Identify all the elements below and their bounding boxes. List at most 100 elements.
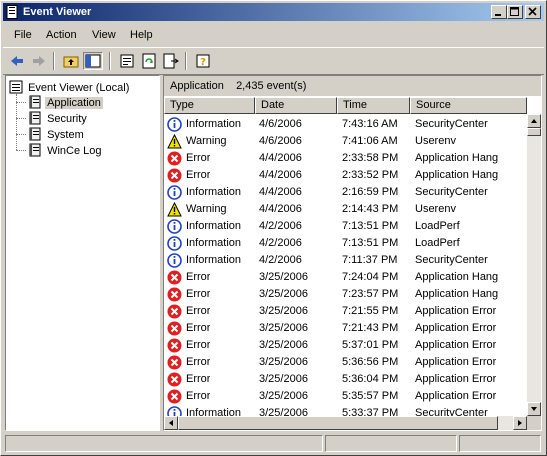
- tree-item-application[interactable]: Application: [28, 95, 103, 110]
- event-source: SecurityCenter: [415, 254, 488, 266]
- title-bar[interactable]: Event Viewer: [3, 3, 544, 21]
- properties-button[interactable]: [117, 52, 137, 70]
- event-row[interactable]: Information 4/2/2006 7:11:37 PM SecurityCen…: [164, 252, 527, 269]
- scroll-up-button[interactable]: [527, 114, 541, 128]
- event-time: 2:16:59 PM: [342, 186, 399, 198]
- export-list-button[interactable]: [161, 52, 181, 70]
- menu-file[interactable]: File: [14, 29, 32, 41]
- event-time: 7:11:37 PM: [342, 254, 398, 266]
- menu-help[interactable]: Help: [130, 29, 153, 41]
- vertical-scrollbar[interactable]: [527, 114, 541, 416]
- log-book-icon: [29, 111, 41, 125]
- event-date: 4/4/2006: [259, 186, 302, 198]
- event-row[interactable]: Information 4/4/2006 2:16:59 PM SecurityCen…: [164, 184, 527, 201]
- event-time: 7:23:57 PM: [342, 288, 399, 300]
- event-time: 2:14:43 PM: [342, 203, 399, 215]
- up-folder-icon: [63, 56, 79, 68]
- show-hide-tree-button[interactable]: [83, 52, 103, 70]
- event-date: 4/2/2006: [259, 237, 302, 249]
- event-time: 7:41:06 AM: [342, 135, 398, 147]
- up-one-level-button[interactable]: [61, 52, 81, 70]
- event-row[interactable]: Error 3/25/2006 7:21:55 PM Application Erro…: [164, 303, 527, 320]
- event-source: LoadPerf: [415, 220, 460, 232]
- column-header-time[interactable]: Time: [337, 97, 410, 114]
- scroll-right-button[interactable]: [513, 416, 527, 430]
- maximize-button[interactable]: [507, 5, 523, 19]
- information-icon: [167, 406, 182, 416]
- event-date: 3/25/2006: [259, 356, 308, 368]
- event-row[interactable]: Error 3/25/2006 7:21:43 PM Application Erro…: [164, 320, 527, 337]
- event-type: Warning: [186, 203, 227, 215]
- tree-root-label: Event Viewer (Local): [28, 82, 130, 94]
- error-icon: [167, 287, 182, 302]
- event-row[interactable]: Error 3/25/2006 5:36:04 PM Application Erro…: [164, 371, 527, 388]
- event-row[interactable]: Information 4/2/2006 7:13:51 PM LoadPerf: [164, 218, 527, 235]
- tree-item-label: WinCe Log: [47, 145, 102, 157]
- column-header-date[interactable]: Date: [255, 97, 337, 114]
- event-date: 4/2/2006: [259, 254, 302, 266]
- event-row[interactable]: Information 3/25/2006 5:33:37 PM SecurityCe…: [164, 405, 527, 416]
- warning-icon: [167, 134, 182, 149]
- event-source: Userenv: [415, 203, 456, 215]
- tree-item-system[interactable]: System: [28, 127, 86, 142]
- console-tree[interactable]: Event Viewer (Local) Application Securit…: [5, 75, 160, 431]
- status-pane-3: [459, 435, 541, 452]
- details-pane: Application 2,435 event(s) Type Date Tim…: [163, 75, 542, 431]
- error-icon: [167, 355, 182, 370]
- forward-button[interactable]: [29, 52, 49, 70]
- event-row[interactable]: Error 3/25/2006 5:37:01 PM Application Erro…: [164, 337, 527, 354]
- properties-icon: [120, 54, 134, 68]
- event-row[interactable]: Error 3/25/2006 7:24:04 PM Application Hang: [164, 269, 527, 286]
- event-row[interactable]: Error 3/25/2006 7:23:57 PM Application Hang: [164, 286, 527, 303]
- event-viewer-icon: [9, 80, 23, 94]
- tree-item-label: System: [47, 129, 84, 141]
- event-type: Error: [186, 152, 211, 164]
- minimize-button[interactable]: [491, 5, 507, 19]
- event-source: SecurityCenter: [415, 407, 488, 416]
- event-source: Userenv: [415, 135, 456, 147]
- refresh-button[interactable]: [139, 52, 159, 70]
- error-icon: [167, 321, 182, 336]
- horizontal-scrollbar[interactable]: [164, 416, 527, 430]
- event-time: 5:33:37 PM: [342, 407, 399, 416]
- event-type: Error: [186, 373, 211, 385]
- event-source: Application Error: [415, 339, 497, 351]
- help-button[interactable]: ?: [193, 52, 213, 70]
- event-time: 7:43:16 AM: [342, 118, 398, 130]
- help-icon: ?: [196, 54, 210, 68]
- event-type: Error: [186, 390, 211, 402]
- back-button[interactable]: [7, 52, 27, 70]
- error-icon: [167, 270, 182, 285]
- error-icon: [167, 338, 182, 353]
- toolbar: ?: [3, 47, 544, 75]
- event-time: 5:37:01 PM: [342, 339, 399, 351]
- event-row[interactable]: Information 4/2/2006 7:13:51 PM LoadPerf: [164, 235, 527, 252]
- event-row[interactable]: Warning 4/4/2006 2:14:43 PM Userenv: [164, 201, 527, 218]
- menu-action[interactable]: Action: [46, 29, 77, 41]
- vertical-scroll-thumb[interactable]: [527, 128, 541, 136]
- event-row[interactable]: Error 4/4/2006 2:33:58 PM Application Hang: [164, 150, 527, 167]
- event-source: Application Hang: [415, 152, 499, 164]
- event-source: SecurityCenter: [415, 186, 488, 198]
- column-header-type[interactable]: Type: [164, 97, 255, 114]
- event-row[interactable]: Warning 4/6/2006 7:41:06 AM Userenv: [164, 133, 527, 150]
- event-row[interactable]: Information 4/6/2006 7:43:16 AM SecurityCen…: [164, 116, 527, 133]
- tree-root[interactable]: Event Viewer (Local): [9, 80, 131, 95]
- horizontal-scroll-thumb[interactable]: [178, 416, 498, 430]
- tree-item-wince-log[interactable]: WinCe Log: [28, 143, 103, 158]
- information-icon: [167, 253, 182, 268]
- menu-view[interactable]: View: [92, 29, 116, 41]
- scroll-left-button[interactable]: [164, 416, 178, 430]
- event-source: SecurityCenter: [415, 118, 488, 130]
- tree-item-security[interactable]: Security: [28, 111, 89, 126]
- close-button[interactable]: [525, 5, 541, 19]
- event-list[interactable]: Information 4/6/2006 7:43:16 AM SecurityCen…: [164, 114, 527, 416]
- event-row[interactable]: Error 3/25/2006 5:36:56 PM Application Erro…: [164, 354, 527, 371]
- event-row[interactable]: Error 4/4/2006 2:33:52 PM Application Hang: [164, 167, 527, 184]
- event-row[interactable]: Error 3/25/2006 5:35:57 PM Application Erro…: [164, 388, 527, 405]
- tree-connector: [16, 102, 26, 103]
- information-icon: [167, 236, 182, 251]
- event-type: Information: [186, 407, 242, 416]
- scroll-down-button[interactable]: [527, 402, 541, 416]
- column-header-source[interactable]: Source: [410, 97, 527, 114]
